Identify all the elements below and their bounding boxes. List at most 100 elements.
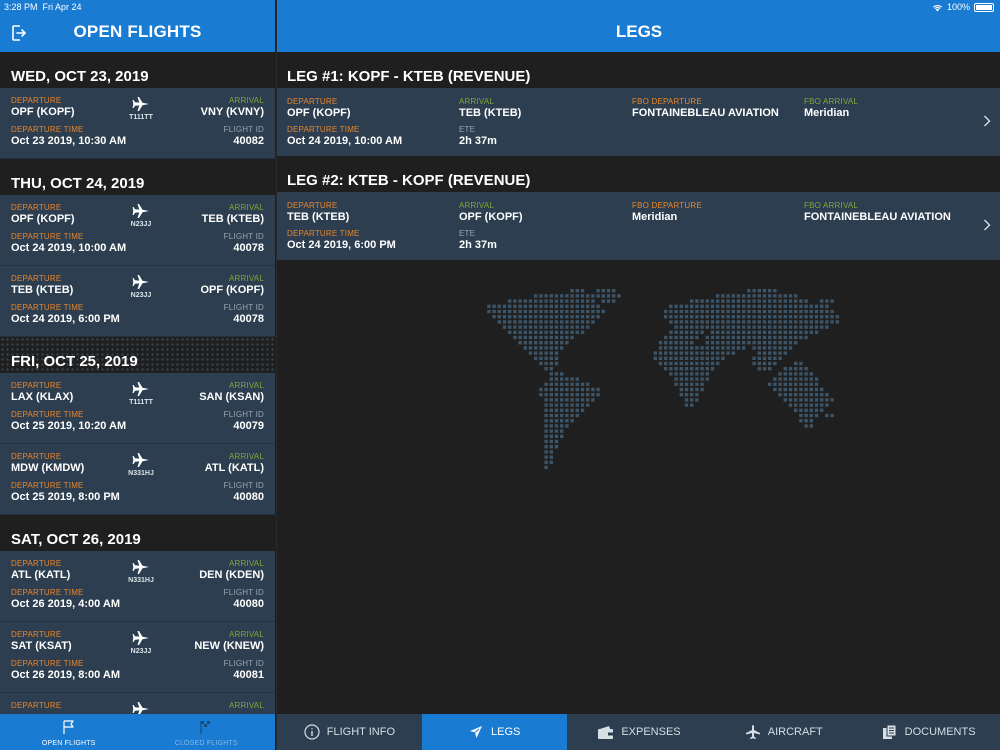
flight-card[interactable]: DEPARTURE OPF (KOPF) ARRIVAL TEB (KTEB) … [0, 195, 275, 266]
flight-id: 40081 [233, 669, 264, 681]
map-dot [601, 294, 605, 298]
map-dot [835, 320, 839, 324]
leg-arrival-label: ARRIVAL [459, 97, 495, 106]
map-dot [601, 299, 605, 303]
map-dot [773, 346, 777, 350]
map-dot [778, 387, 782, 392]
map-dot [768, 367, 772, 371]
map-dot [508, 299, 512, 303]
map-dot [674, 341, 678, 345]
map-dot [612, 289, 616, 293]
map-dot [783, 320, 787, 324]
map-dot [825, 304, 829, 308]
map-dot [565, 377, 569, 381]
tab-flight-info-label: FLIGHT INFO [326, 726, 396, 738]
map-dot [560, 335, 564, 340]
map-dot [768, 294, 772, 298]
flight-card[interactable]: DEPARTURE SAT (KSAT) ARRIVAL NEW (KNEW) … [0, 622, 275, 693]
map-dot [762, 346, 767, 350]
map-dot [575, 413, 579, 418]
map-dot [549, 330, 553, 334]
tab-flight-info[interactable]: FLIGHT INFO [277, 714, 422, 750]
map-dot [554, 403, 559, 407]
flight-card[interactable]: DEPARTURE OPF (KOPF) ARRIVAL VNY (KVNY) … [0, 88, 275, 159]
map-dot [809, 419, 813, 423]
flight-card[interactable]: DEPARTURE MDW (KMDW) ARRIVAL ATL (KATL) … [0, 444, 275, 515]
map-dot [674, 325, 678, 329]
flight-id-label: FLIGHT ID [223, 232, 264, 241]
map-dot [721, 356, 725, 360]
tab-legs[interactable]: LEGS [421, 714, 567, 750]
departure-time-label: DEPARTURE TIME [11, 659, 84, 668]
flight-list[interactable]: WED, OCT 23, 2019 DEPARTURE OPF (KOPF) A… [0, 52, 275, 714]
departure-time: Oct 26 2019, 4:00 AM [11, 598, 121, 610]
map-dot [580, 299, 585, 303]
map-dot [731, 351, 735, 355]
map-dot [549, 398, 553, 402]
map-dot [684, 361, 689, 366]
map-dot [560, 315, 564, 319]
map-dot [695, 335, 699, 340]
map-dot [664, 367, 668, 371]
map-dot [560, 309, 564, 314]
map-dot [528, 335, 533, 340]
map-dot [575, 382, 579, 386]
map-dot [560, 325, 564, 329]
map-dot [669, 372, 673, 376]
flight-card[interactable]: DEPARTURE TEB (KTEB) ARRIVAL OPF (KOPF) … [0, 266, 275, 337]
map-dot [762, 299, 767, 303]
map-dot [591, 398, 595, 402]
map-dot [731, 341, 735, 345]
map-dot [690, 299, 694, 303]
tab-expenses[interactable]: EXPENSES [567, 714, 712, 750]
map-dot [508, 315, 512, 319]
map-dot [570, 408, 574, 412]
map-dot [575, 304, 579, 308]
map-dot [799, 419, 803, 423]
map-dot [544, 445, 548, 449]
tab-documents[interactable]: DOCUMENTS [856, 714, 1000, 750]
tab-open-flights[interactable]: OPEN FLIGHTS [0, 714, 138, 750]
departure-airport: OPF (KOPF) [11, 213, 75, 225]
map-dot [570, 419, 574, 423]
map-dot [710, 346, 715, 350]
leg-card[interactable]: DEPARTURE OPF (KOPF) ARRIVAL TEB (KTEB) … [277, 88, 1000, 156]
map-dot [747, 309, 751, 314]
departure-time: Oct 23 2019, 10:30 AM [11, 135, 127, 147]
departure-label: DEPARTURE [11, 701, 62, 710]
map-dot [752, 325, 756, 329]
map-dot [669, 341, 673, 345]
tab-closed-flights[interactable]: CLOSED FLIGHTS [138, 714, 276, 750]
map-dot [544, 356, 548, 360]
flight-card[interactable]: DEPARTURE ATL (KATL) ARRIVAL DEN (KDEN) … [0, 551, 275, 622]
flight-card[interactable]: DEPARTURE LAX (KLAX) ARRIVAL SAN (KSAN) … [0, 373, 275, 444]
map-dot [565, 393, 569, 397]
map-dot [783, 387, 787, 392]
map-dot [580, 315, 585, 319]
map-dot [549, 413, 553, 418]
map-dot [560, 424, 564, 428]
map-dot [528, 309, 533, 314]
tab-aircraft[interactable]: AIRCRAFT [711, 714, 856, 750]
map-dot [575, 408, 579, 412]
map-dot [700, 325, 704, 329]
map-dot [705, 367, 709, 371]
map-dot [554, 330, 559, 334]
map-dot [695, 346, 699, 350]
map-dot [783, 299, 787, 303]
arrival-airport: NEW (KNEW) [194, 640, 264, 652]
map-dot [669, 367, 673, 371]
map-dot [773, 294, 777, 298]
flight-card[interactable]: DEPARTURE ARRIVAL [0, 693, 275, 714]
map-dot [549, 341, 553, 345]
map-dot [674, 372, 678, 376]
map-dot [565, 320, 569, 324]
map-dot [596, 289, 600, 293]
map-dot [502, 320, 507, 324]
arrival-label: ARRIVAL [228, 559, 264, 568]
departure-label: DEPARTURE [11, 559, 62, 568]
map-dot [544, 382, 548, 386]
map-dot [752, 356, 756, 360]
map-dot [700, 387, 704, 392]
leg-card[interactable]: DEPARTURE TEB (KTEB) ARRIVAL OPF (KOPF) … [277, 192, 1000, 260]
